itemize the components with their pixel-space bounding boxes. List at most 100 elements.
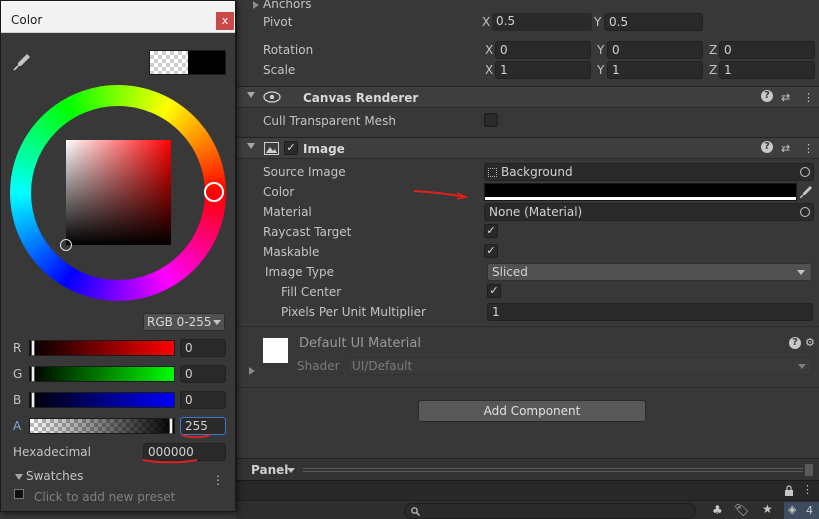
maskable-checkbox[interactable]: ✓ <box>484 244 498 258</box>
blue-slider-thumb[interactable] <box>31 392 35 408</box>
scale-x-field[interactable]: 1 <box>495 61 591 79</box>
eyedropper-icon[interactable] <box>800 185 812 198</box>
swatches-fold-icon[interactable] <box>15 474 23 480</box>
chevron-down-icon <box>798 364 806 369</box>
blue-label: B <box>13 393 22 407</box>
close-button[interactable]: x <box>216 12 234 30</box>
source-image-label: Source Image <box>263 165 346 179</box>
scale-label: Scale <box>263 63 296 77</box>
help-icon[interactable]: ? <box>789 337 801 349</box>
preset-icon[interactable]: ⇄ <box>781 91 790 104</box>
object-picker-icon[interactable] <box>800 167 810 177</box>
help-icon[interactable]: ? <box>761 141 773 153</box>
kebab-menu-icon[interactable]: ⋮ <box>802 483 813 496</box>
panel-dropdown[interactable]: Panel <box>251 463 288 477</box>
chevron-down-icon[interactable] <box>287 468 295 473</box>
eyedropper-icon[interactable] <box>13 53 31 71</box>
canvas-renderer-header[interactable]: Canvas Renderer ? ⇄ ⋮ <box>237 86 819 108</box>
saturation-value-square[interactable] <box>66 140 171 245</box>
image-type-row: Image Type Sliced <box>237 262 819 282</box>
annotation-underline <box>142 459 198 464</box>
pivot-y-axis-label: Y <box>594 15 602 29</box>
color-swatch-field[interactable] <box>484 183 797 201</box>
pivot-y-field[interactable]: 0.5 <box>604 13 703 31</box>
pivot-x-field[interactable]: 0.5 <box>492 13 592 31</box>
material-preview-thumb <box>263 338 288 363</box>
green-slider[interactable] <box>29 366 175 382</box>
image-icon <box>264 142 279 155</box>
material-title: Default UI Material <box>299 336 421 351</box>
source-image-field[interactable]: Background <box>484 163 814 181</box>
hue-selector-handle[interactable] <box>204 182 224 202</box>
bottom-toolbar: ⋮ ♣ 🏷 ★ ◈ 4 <box>236 480 819 519</box>
filter-type-icon[interactable]: ♣ <box>712 503 723 517</box>
red-slider[interactable] <box>29 340 175 356</box>
rotation-x-field[interactable]: 0 <box>495 41 591 59</box>
image-fold-icon[interactable] <box>247 143 255 149</box>
color-picker-title: Color <box>11 13 43 27</box>
kebab-menu-icon[interactable]: ⋮ <box>803 91 814 104</box>
kebab-menu-icon[interactable]: ⋮ <box>212 473 224 487</box>
red-value-field[interactable]: 0 <box>180 339 226 357</box>
raycast-checkbox[interactable]: ✓ <box>484 224 498 238</box>
blue-slider[interactable] <box>29 392 175 408</box>
blue-value-field[interactable]: 0 <box>180 391 226 409</box>
saturation-value-handle[interactable] <box>60 239 72 251</box>
preset-icon[interactable]: ⇄ <box>781 142 790 155</box>
shader-dropdown[interactable]: UI/Default <box>347 357 813 375</box>
search-input[interactable] <box>404 503 696 519</box>
panel-divider <box>303 468 803 472</box>
add-preset-hint[interactable]: Click to add new preset <box>34 490 175 504</box>
add-component-button[interactable]: Add Component <box>418 400 646 422</box>
cull-checkbox[interactable] <box>484 113 498 127</box>
rotation-z-field[interactable]: 0 <box>719 41 815 59</box>
ppu-field[interactable]: 1 <box>487 303 813 321</box>
shader-label: Shader <box>297 359 340 373</box>
gear-icon[interactable]: ⚙ <box>805 336 815 349</box>
anchors-fold-icon[interactable] <box>253 1 259 9</box>
image-type-value: Sliced <box>492 265 528 279</box>
green-slider-thumb[interactable] <box>31 366 35 382</box>
tag-icon[interactable]: 🏷 <box>734 503 749 517</box>
kebab-menu-icon[interactable]: ⋮ <box>803 142 814 155</box>
cull-row: Cull Transparent Mesh <box>237 111 819 131</box>
material-row: Material None (Material) <box>237 202 819 222</box>
rotation-x-axis-label: X <box>485 43 494 57</box>
color-picker-titlebar[interactable]: Color x <box>1 1 235 33</box>
panel-resize-handle[interactable] <box>805 464 813 476</box>
material-fold-icon[interactable] <box>249 367 255 375</box>
help-icon[interactable]: ? <box>761 90 773 102</box>
preset-swatch[interactable] <box>14 489 24 499</box>
green-value-field[interactable]: 0 <box>180 365 226 383</box>
image-component-header[interactable]: ✓ Image ? ⇄ ⋮ <box>237 137 819 159</box>
image-enabled-checkbox[interactable]: ✓ <box>284 141 298 155</box>
layers-toggle[interactable]: ◈ 4 <box>784 502 819 519</box>
scale-x-axis-label: X <box>485 63 494 77</box>
scale-y-axis-label: Y <box>597 63 605 77</box>
alpha-slider-thumb[interactable] <box>169 418 173 434</box>
lock-icon[interactable] <box>784 485 794 496</box>
raycast-label: Raycast Target <box>263 225 352 239</box>
color-row: Color <box>237 182 819 202</box>
image-type-dropdown[interactable]: Sliced <box>487 263 812 281</box>
rotation-z-axis-label: Z <box>709 43 718 57</box>
rotation-y-field[interactable]: 0 <box>607 41 703 59</box>
fill-center-checkbox[interactable]: ✓ <box>487 284 501 298</box>
object-picker-icon[interactable] <box>800 207 810 217</box>
alpha-slider[interactable] <box>29 418 175 434</box>
scale-y-field[interactable]: 1 <box>607 61 703 79</box>
color-preview <box>149 50 226 75</box>
pivot-x-axis-label: X <box>482 15 491 29</box>
layers-icon: ◈ <box>788 503 797 516</box>
material-field[interactable]: None (Material) <box>484 203 814 221</box>
canvas-renderer-fold-icon[interactable] <box>247 92 255 98</box>
star-icon[interactable]: ★ <box>762 502 773 516</box>
green-label: G <box>13 367 23 381</box>
fill-center-label: Fill Center <box>281 285 342 299</box>
inspector-panel: Anchors Pivot X 0.5 Y 0.5 Rotation X 0 Y… <box>236 0 819 480</box>
color-mode-dropdown[interactable]: RGB 0-255 <box>143 313 225 331</box>
red-slider-thumb[interactable] <box>31 340 35 356</box>
sprite-icon <box>488 168 497 177</box>
alpha-label: A <box>13 419 22 433</box>
scale-z-field[interactable]: 1 <box>719 61 815 79</box>
